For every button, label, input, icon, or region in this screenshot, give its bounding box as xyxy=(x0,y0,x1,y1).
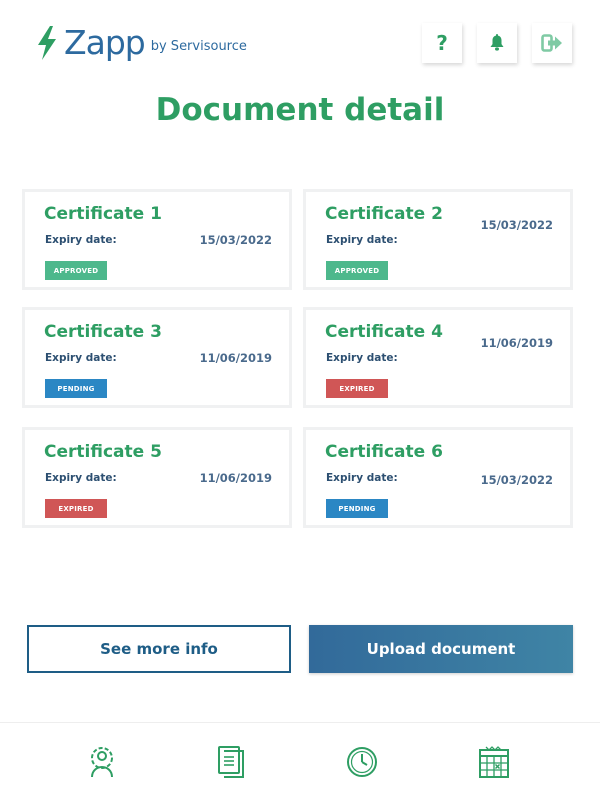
nav-item-timesheet[interactable] xyxy=(345,745,379,779)
upload-document-button[interactable]: Upload document xyxy=(309,625,573,673)
lightning-bolt-icon xyxy=(38,26,56,60)
expiry-date: 11/06/2019 xyxy=(199,351,272,365)
expiry-date: 15/03/2022 xyxy=(199,233,272,247)
card-title: Certificate 5 xyxy=(44,442,162,462)
nav-item-documents[interactable] xyxy=(214,745,248,779)
logout-button[interactable] xyxy=(532,23,572,63)
expiry-date: 15/03/2022 xyxy=(480,473,553,487)
help-button[interactable]: ? xyxy=(422,23,462,63)
status-badge: PENDING xyxy=(45,379,107,398)
page-title: Document detail xyxy=(155,92,445,128)
status-badge: APPROVED xyxy=(45,261,107,280)
status-badge: EXPIRED xyxy=(45,499,107,518)
app-logo: Zapp by Servisource xyxy=(36,26,247,60)
card-title: Certificate 1 xyxy=(44,204,162,224)
certificate-card-3[interactable]: Certificate 3 Expiry date: 11/06/2019 PE… xyxy=(22,307,292,408)
expiry-date: 15/03/2022 xyxy=(480,218,553,232)
logout-icon xyxy=(541,34,562,52)
clock-icon xyxy=(347,747,377,777)
logo-wordmark: Zapp xyxy=(64,23,146,62)
expiry-date: 11/06/2019 xyxy=(480,336,553,350)
calendar-icon xyxy=(479,746,509,778)
expiry-label: Expiry date: xyxy=(326,352,398,364)
card-title: Certificate 2 xyxy=(325,204,443,224)
certificate-card-5[interactable]: Certificate 5 Expiry date: 11/06/2019 EX… xyxy=(22,427,292,528)
status-badge: APPROVED xyxy=(326,261,388,280)
certificate-card-4[interactable]: Certificate 4 Expiry date: 11/06/2019 EX… xyxy=(303,307,573,408)
certificate-card-6[interactable]: Certificate 6 Expiry date: 15/03/2022 PE… xyxy=(303,427,573,528)
card-title: Certificate 3 xyxy=(44,322,162,342)
document-icon xyxy=(218,746,244,778)
expiry-label: Expiry date: xyxy=(326,234,398,246)
see-more-info-button[interactable]: See more info xyxy=(27,625,291,673)
card-title: Certificate 4 xyxy=(325,322,443,342)
logo-tagline: by Servisource xyxy=(150,39,247,54)
expiry-label: Expiry date: xyxy=(45,234,117,246)
expiry-label: Expiry date: xyxy=(326,472,398,484)
bell-icon xyxy=(490,34,504,51)
user-settings-icon xyxy=(91,747,113,778)
certificate-card-2[interactable]: Certificate 2 Expiry date: 15/03/2022 AP… xyxy=(303,189,573,290)
help-icon: ? xyxy=(436,31,448,55)
certificate-card-1[interactable]: Certificate 1 Expiry date: 15/03/2022 AP… xyxy=(22,189,292,290)
notifications-button[interactable] xyxy=(477,23,517,63)
bottom-nav xyxy=(0,722,600,800)
expiry-date: 11/06/2019 xyxy=(199,471,272,485)
nav-item-schedule[interactable] xyxy=(477,745,511,779)
expiry-label: Expiry date: xyxy=(45,472,117,484)
card-title: Certificate 6 xyxy=(325,442,443,462)
status-badge: PENDING xyxy=(326,499,388,518)
expiry-label: Expiry date: xyxy=(45,352,117,364)
nav-item-profile[interactable] xyxy=(85,745,119,779)
status-badge: EXPIRED xyxy=(326,379,388,398)
